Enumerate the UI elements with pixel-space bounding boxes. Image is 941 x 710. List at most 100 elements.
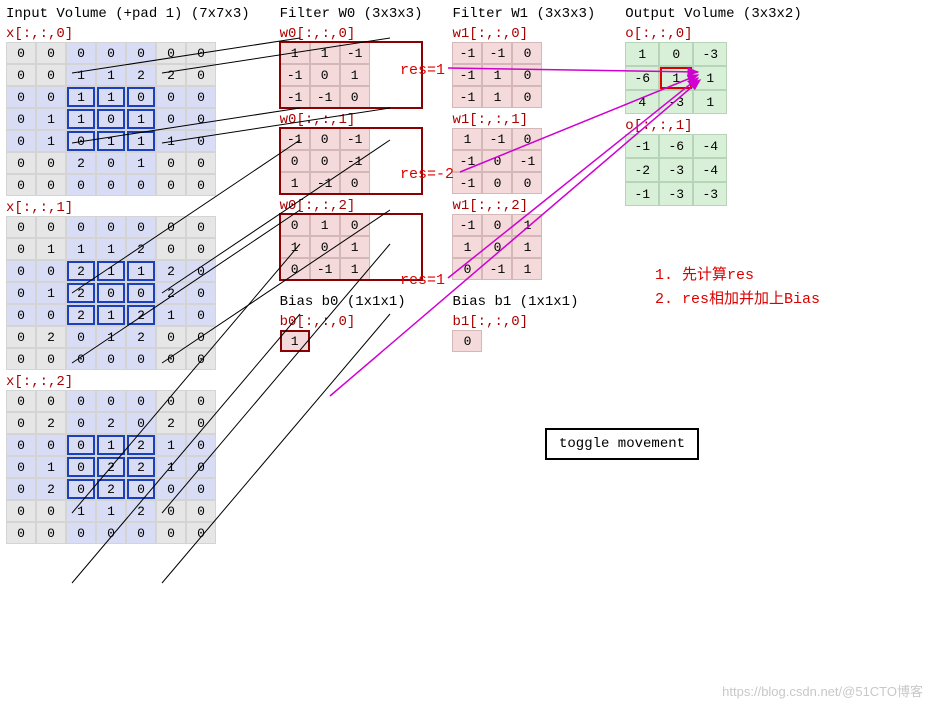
cell: 0 (66, 522, 96, 544)
cell: 1 (512, 214, 542, 236)
cell: 1 (452, 128, 482, 150)
cell: 0 (156, 390, 186, 412)
cell: 0 (66, 42, 96, 64)
cell: 0 (186, 478, 216, 500)
note-2: 2. res相加并加上Bias (655, 288, 820, 312)
cell: 1 (66, 108, 96, 130)
cell: -1 (452, 172, 482, 194)
cell: 0 (36, 216, 66, 238)
notes-block: 1. 先计算res 2. res相加并加上Bias (655, 264, 820, 312)
cell: 0 (310, 64, 340, 86)
bias-title: Bias b0 (1x1x1) (280, 294, 423, 310)
cell: 1 (66, 500, 96, 522)
cell: 2 (36, 326, 66, 348)
cell: 0 (186, 260, 216, 282)
cell: 2 (126, 304, 156, 326)
cell: 1 (512, 258, 542, 280)
cell: 0 (280, 258, 310, 280)
cell: 0 (6, 108, 36, 130)
cell: 0 (186, 108, 216, 130)
cell: 0 (659, 42, 693, 66)
cell: 0 (126, 216, 156, 238)
cell: 0 (36, 304, 66, 326)
cell: 1 (693, 66, 727, 90)
cell: 0 (280, 150, 310, 172)
cell: 0 (6, 86, 36, 108)
cell: -1 (310, 258, 340, 280)
cell: 0 (36, 86, 66, 108)
cell: 1 (310, 42, 340, 64)
slice-label: o[:,:,0] (625, 26, 801, 42)
cell: 1 (96, 304, 126, 326)
cell: -1 (625, 134, 659, 158)
cell: 0 (126, 412, 156, 434)
cell: 0 (96, 108, 126, 130)
cell: 1 (126, 152, 156, 174)
slice-label: w1[:,:,2] (452, 198, 595, 214)
cell: 1 (482, 64, 512, 86)
cell: 0 (96, 152, 126, 174)
cell: -3 (659, 90, 693, 114)
cell: 0 (36, 174, 66, 196)
cell: 0 (36, 390, 66, 412)
cell: 0 (156, 216, 186, 238)
cell: 0 (6, 390, 36, 412)
cell: 0 (126, 348, 156, 370)
cell: 1 (66, 86, 96, 108)
cell: 0 (310, 150, 340, 172)
cell: 2 (126, 434, 156, 456)
cell: 0 (36, 152, 66, 174)
cell: 0 (340, 86, 370, 108)
cell: 1 (310, 214, 340, 236)
cell: 0 (340, 214, 370, 236)
cell: 1 (693, 90, 727, 114)
cell: 1 (96, 434, 126, 456)
cell: 0 (6, 216, 36, 238)
cell: 1 (280, 42, 310, 64)
cell: -1 (310, 172, 340, 194)
cell: 2 (66, 260, 96, 282)
cell: 0 (36, 500, 66, 522)
cell: 0 (156, 152, 186, 174)
grid: -1011010-11 (452, 214, 595, 280)
cell: 1 (452, 236, 482, 258)
cell: 0 (452, 258, 482, 280)
slice-label: b1[:,:,0] (452, 314, 595, 330)
toggle-movement-button[interactable]: toggle movement (545, 428, 699, 460)
cell: 0 (156, 174, 186, 196)
cell: 2 (156, 64, 186, 86)
cell: 0 (186, 348, 216, 370)
cell: 2 (126, 456, 156, 478)
slice-label: w0[:,:,2] (280, 198, 423, 214)
cell: 0 (186, 152, 216, 174)
cell: 0 (66, 456, 96, 478)
cell: 1 (36, 282, 66, 304)
slice-label: x[:,:,2] (6, 374, 250, 390)
bias-grid: 0 (452, 330, 595, 352)
cell: 0 (6, 326, 36, 348)
cell: 0 (96, 390, 126, 412)
cell: 2 (36, 412, 66, 434)
cell: 0 (6, 348, 36, 370)
cell: 0 (186, 86, 216, 108)
cell: -3 (693, 42, 727, 66)
cell: -6 (659, 134, 693, 158)
cell: 0 (482, 236, 512, 258)
cell: 0 (156, 326, 186, 348)
cell: 0 (186, 238, 216, 260)
cell: 0 (156, 478, 186, 500)
cell: -1 (280, 86, 310, 108)
cell: 0 (66, 216, 96, 238)
res-label-0: res=1 (400, 62, 445, 79)
cell: 0 (6, 478, 36, 500)
cell: 1 (156, 304, 186, 326)
cell: -1 (340, 150, 370, 172)
cell: 2 (36, 478, 66, 500)
filter-w1-title: Filter W1 (3x3x3) (452, 6, 595, 22)
cell: 0 (126, 86, 156, 108)
cell: 0 (340, 172, 370, 194)
cell: -1 (452, 42, 482, 64)
cell: 0 (186, 456, 216, 478)
cell: 0 (156, 522, 186, 544)
cell: 1 (96, 64, 126, 86)
